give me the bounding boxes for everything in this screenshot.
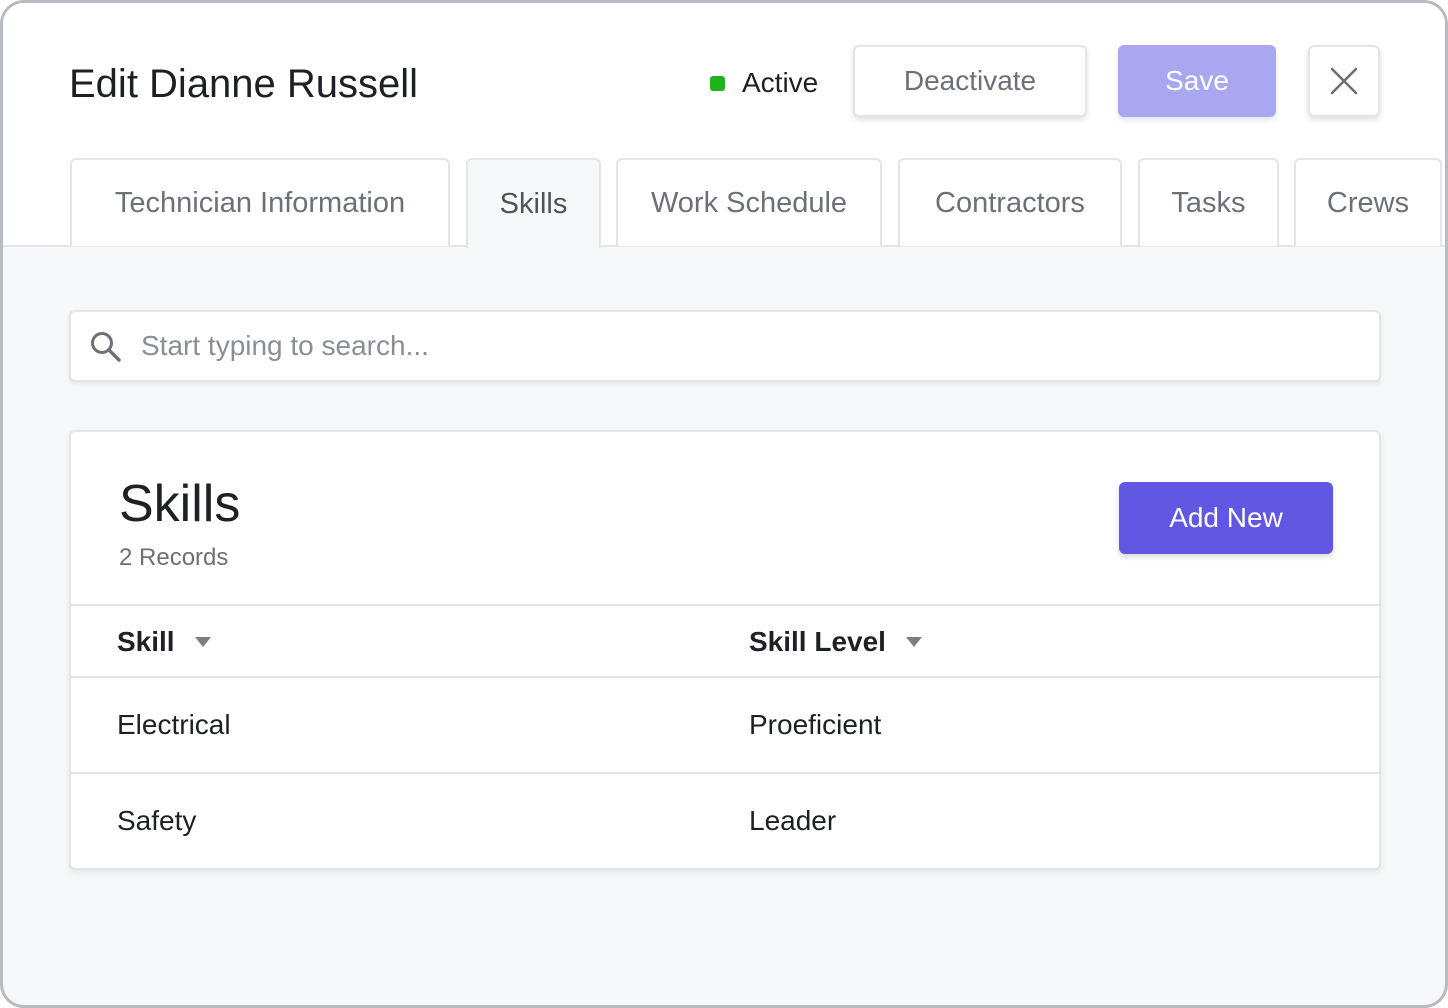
tab-contractors[interactable]: Contractors (898, 158, 1122, 246)
tab-skills[interactable]: Skills (466, 158, 601, 248)
skill-level-cell: Proeficient (749, 709, 882, 740)
table-row[interactable]: Electrical Proeficient (71, 676, 1379, 772)
status-indicator: Active (710, 65, 818, 101)
table-header: Skill Skill Level (71, 604, 1379, 678)
search-input[interactable] (141, 312, 1361, 380)
tab-crews[interactable]: Crews (1294, 158, 1442, 246)
skill-level-cell: Leader (749, 805, 837, 836)
skill-cell: Safety (117, 805, 197, 836)
tab-work-schedule[interactable]: Work Schedule (616, 158, 882, 246)
tab-technician-information[interactable]: Technician Information (70, 158, 450, 246)
search-icon (91, 332, 121, 362)
close-button[interactable] (1308, 45, 1380, 117)
edit-technician-modal: Edit Dianne Russell Active Deactivate Sa… (0, 0, 1448, 1008)
record-count: 2 Records (119, 544, 229, 571)
column-header-skill[interactable]: Skill (117, 606, 211, 678)
column-header-label: Skill Level (749, 626, 886, 657)
table-row[interactable]: Safety Leader (71, 772, 1379, 868)
sort-down-icon[interactable] (905, 637, 922, 647)
deactivate-button[interactable]: Deactivate (853, 45, 1087, 117)
sort-down-icon[interactable] (194, 637, 211, 647)
close-icon (1330, 67, 1358, 95)
skills-card: Skills 2 Records Add New Skill Skill Lev… (69, 430, 1381, 870)
page-title: Edit Dianne Russell (69, 62, 419, 106)
modal-header: Edit Dianne Russell Active Deactivate Sa… (3, 3, 1445, 248)
column-header-label: Skill (117, 626, 175, 657)
add-new-button[interactable]: Add New (1119, 482, 1333, 554)
status-dot-icon (710, 75, 725, 91)
status-label: Active (742, 67, 819, 98)
search-box (69, 310, 1381, 382)
skill-cell: Electrical (117, 709, 231, 740)
save-button[interactable]: Save (1118, 45, 1276, 117)
column-header-skill-level[interactable]: Skill Level (749, 606, 922, 678)
tab-tasks[interactable]: Tasks (1138, 158, 1279, 246)
section-title: Skills (119, 475, 241, 533)
